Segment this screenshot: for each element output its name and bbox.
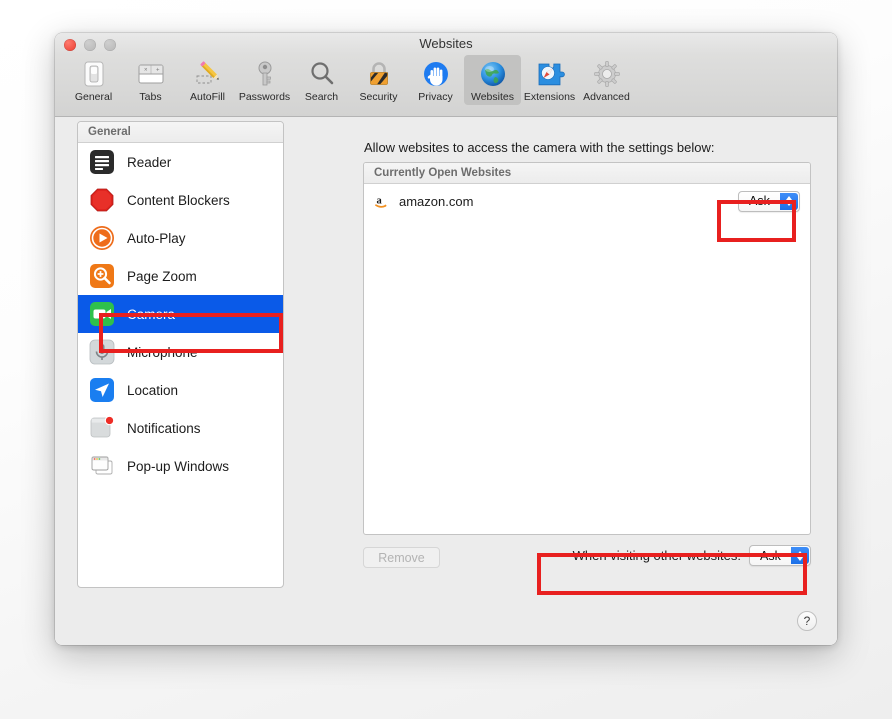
desktop-background: Websites General × + Tabs AutoFill Passw… xyxy=(0,0,892,719)
tab-passwords-label: Passwords xyxy=(238,91,291,103)
panel-description: Allow websites to access the camera with… xyxy=(364,140,715,155)
tab-autofill[interactable]: AutoFill xyxy=(179,55,236,105)
tab-extensions[interactable]: Extensions xyxy=(521,55,578,105)
tab-search[interactable]: Search xyxy=(293,55,350,105)
tab-passwords[interactable]: Passwords xyxy=(236,55,293,105)
gear-icon xyxy=(591,58,623,90)
sidebar-item-camera-label: Camera xyxy=(127,306,176,322)
tab-security-label: Security xyxy=(359,91,398,103)
sidebar-item-page-zoom-label: Page Zoom xyxy=(127,268,197,284)
sidebar-item-microphone-label: Microphone xyxy=(127,344,198,360)
preferences-toolbar: General × + Tabs AutoFill Passwords Sear… xyxy=(55,55,837,117)
lock-icon xyxy=(363,58,395,90)
table-row[interactable]: a amazon.com Ask xyxy=(364,184,810,218)
sidebar-item-location[interactable]: Location xyxy=(78,371,283,409)
sidebar-item-reader-label: Reader xyxy=(127,154,172,170)
stop-sign-icon xyxy=(89,187,115,213)
tab-advanced[interactable]: Advanced xyxy=(578,55,635,105)
website-name: amazon.com xyxy=(399,193,474,209)
sidebar-item-page-zoom[interactable]: Page Zoom xyxy=(78,257,283,295)
tab-tabs-label: Tabs xyxy=(139,91,162,103)
reader-icon xyxy=(89,149,115,175)
general-icon xyxy=(78,58,110,90)
tab-privacy-label: Privacy xyxy=(418,91,453,103)
sidebar-item-auto-play[interactable]: Auto-Play xyxy=(78,219,283,257)
chevron-updown-icon xyxy=(791,547,809,564)
sidebar-item-popup-windows[interactable]: Pop-up Windows xyxy=(78,447,283,485)
window-title: Websites xyxy=(419,36,473,51)
globe-icon xyxy=(477,58,509,90)
preferences-content: General Reader Content Blockers Auto-Pla… xyxy=(55,117,837,645)
magnifier-plus-icon xyxy=(89,263,115,289)
other-websites-setting: When visiting other websites: Ask xyxy=(573,545,811,566)
hand-icon xyxy=(420,58,452,90)
sidebar-item-microphone[interactable]: Microphone xyxy=(78,333,283,371)
tab-general-label: General xyxy=(74,91,113,103)
permission-popup-value: Ask xyxy=(749,194,770,208)
puzzle-icon xyxy=(534,58,566,90)
sidebar-header: General xyxy=(78,122,283,143)
amazon-favicon: a xyxy=(374,193,391,210)
tabs-icon: × + xyxy=(135,58,167,90)
sidebar-item-location-label: Location xyxy=(127,382,179,398)
tab-security[interactable]: Security xyxy=(350,55,407,105)
sidebar-item-notifications-label: Notifications xyxy=(127,420,201,436)
key-icon xyxy=(249,58,281,90)
other-websites-popup-button[interactable]: Ask xyxy=(749,545,811,566)
website-list-header: Currently Open Websites xyxy=(364,163,810,184)
camera-settings-panel: Allow websites to access the camera with… xyxy=(293,121,815,586)
autofill-icon xyxy=(192,58,224,90)
location-arrow-icon xyxy=(89,377,115,403)
remove-button[interactable]: Remove xyxy=(363,547,440,568)
camera-icon xyxy=(89,301,115,327)
sidebar-item-content-blockers[interactable]: Content Blockers xyxy=(78,181,283,219)
preferences-window: Websites General × + Tabs AutoFill Passw… xyxy=(55,33,837,645)
play-circle-icon xyxy=(89,225,115,251)
sidebar-item-reader[interactable]: Reader xyxy=(78,143,283,181)
microphone-icon xyxy=(89,339,115,365)
sidebar-item-auto-play-label: Auto-Play xyxy=(127,230,186,246)
svg-text:×: × xyxy=(144,68,148,74)
tab-general[interactable]: General xyxy=(65,55,122,105)
other-websites-label: When visiting other websites: xyxy=(572,548,741,563)
help-button[interactable]: ? xyxy=(797,611,817,631)
tab-tabs[interactable]: × + Tabs xyxy=(122,55,179,105)
sidebar-item-popup-windows-label: Pop-up Windows xyxy=(127,458,230,474)
tab-websites-label: Websites xyxy=(471,91,514,103)
tab-advanced-label: Advanced xyxy=(583,91,630,103)
search-icon xyxy=(306,58,338,90)
popup-windows-icon xyxy=(89,453,115,479)
permission-popup-button[interactable]: Ask xyxy=(738,190,800,212)
notification-badge-icon xyxy=(89,415,115,441)
settings-sidebar: General Reader Content Blockers Auto-Pla… xyxy=(77,121,284,588)
chevron-updown-icon xyxy=(780,192,798,210)
tab-privacy[interactable]: Privacy xyxy=(407,55,464,105)
sidebar-item-notifications[interactable]: Notifications xyxy=(78,409,283,447)
sidebar-item-content-blockers-label: Content Blockers xyxy=(127,192,230,208)
svg-text:a: a xyxy=(377,195,383,206)
other-websites-popup-value: Ask xyxy=(760,548,781,563)
window-titlebar: Websites xyxy=(55,33,837,55)
website-list: Currently Open Websites a amazon.com Ask xyxy=(363,162,811,535)
sidebar-item-camera[interactable]: Camera xyxy=(78,295,283,333)
tab-websites[interactable]: Websites xyxy=(464,55,521,105)
tab-extensions-label: Extensions xyxy=(523,91,576,103)
tab-search-label: Search xyxy=(304,91,339,103)
tab-autofill-label: AutoFill xyxy=(189,91,225,103)
svg-text:+: + xyxy=(156,68,160,74)
